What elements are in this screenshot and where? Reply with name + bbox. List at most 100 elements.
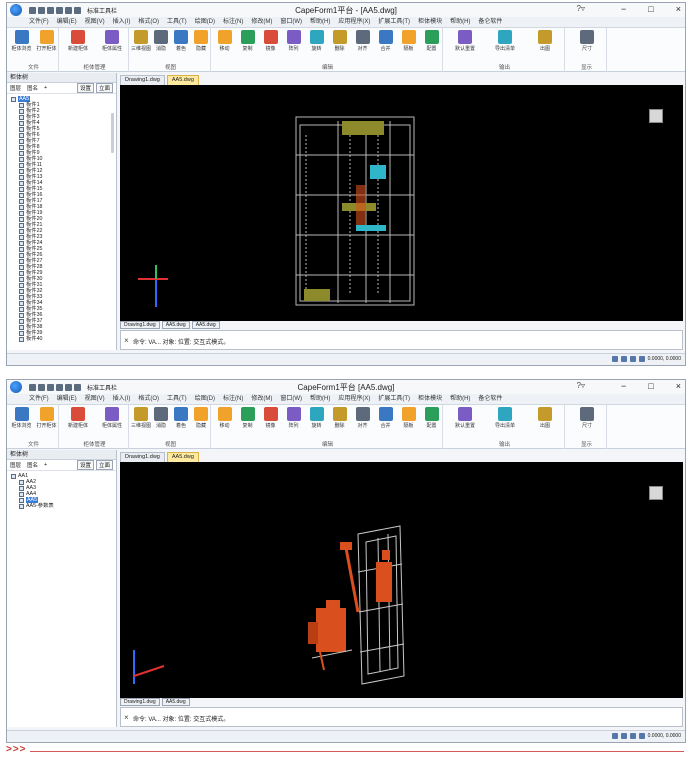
tree-item[interactable]: 板件40: [11, 336, 116, 342]
menu-item[interactable]: 插入(I): [113, 394, 131, 404]
ribbon-button[interactable]: 复制: [237, 30, 259, 60]
ribbon-button[interactable]: 配置: [421, 30, 443, 60]
polar-icon[interactable]: [638, 356, 645, 362]
menu-item[interactable]: 编辑(E): [57, 17, 77, 27]
panel-tool-layer[interactable]: 图层: [10, 461, 21, 469]
menu-item[interactable]: 标注(N): [223, 394, 243, 404]
grid-icon[interactable]: [620, 356, 627, 362]
viewcube-icon[interactable]: [649, 486, 663, 500]
layout-tab-2[interactable]: AA5.dwg: [161, 698, 190, 706]
new-file-icon[interactable]: [29, 6, 36, 14]
menu-item[interactable]: 视图(V): [85, 394, 105, 404]
save-icon[interactable]: [47, 6, 54, 14]
menu-item[interactable]: 柜体模块: [418, 394, 442, 404]
doc-tab-drawing1[interactable]: Drawing1.dwg: [120, 452, 165, 462]
grid-icon[interactable]: [620, 733, 627, 739]
ribbon-button[interactable]: 合并: [375, 407, 397, 437]
ribbon-button[interactable]: 对齐: [352, 407, 374, 437]
maximize-button[interactable]: □: [648, 381, 653, 391]
panel-tool-settings[interactable]: 设置: [76, 460, 94, 470]
ribbon-button[interactable]: 对齐: [352, 30, 374, 60]
menu-item[interactable]: 插入(I): [113, 17, 131, 27]
menu-item[interactable]: 格式(O): [138, 394, 159, 404]
redo-icon[interactable]: [74, 6, 81, 14]
menu-item[interactable]: 帮助(H): [450, 17, 470, 27]
menu-item[interactable]: 应用程序(X): [338, 394, 370, 404]
ribbon-button[interactable]: 着色: [170, 30, 192, 60]
menu-item[interactable]: 柜体模块: [418, 17, 442, 27]
panel-tool-elevation[interactable]: 立面: [95, 83, 113, 93]
ribbon-button[interactable]: 三维视图: [130, 30, 152, 60]
ribbon-button[interactable]: 柜体属性: [101, 30, 123, 60]
command-line[interactable]: × 命令: VA... 对象: 位置: 交互式模式。: [120, 330, 683, 350]
layout-tab-1[interactable]: Drawing1.dwg: [120, 698, 160, 706]
ribbon-button[interactable]: 柜体浏览: [11, 407, 33, 437]
menu-item[interactable]: 标注(N): [223, 17, 243, 27]
ribbon-button[interactable]: 打开柜体: [36, 407, 58, 437]
tree-item[interactable]: AA5-参数表: [11, 503, 116, 509]
3d-viewport[interactable]: [120, 462, 683, 698]
ribbon-button[interactable]: 隐藏: [190, 30, 212, 60]
command-line[interactable]: × 命令: VA... 对象: 位置: 交互式模式。: [120, 707, 683, 727]
menu-item[interactable]: 格式(O): [138, 17, 159, 27]
help-icon[interactable]: ?▿: [577, 4, 585, 13]
menu-item[interactable]: 备仑软件: [478, 17, 502, 27]
3d-viewport[interactable]: [120, 85, 683, 321]
menu-item[interactable]: 文件(F): [29, 17, 49, 27]
ribbon-button[interactable]: 隐藏: [190, 407, 212, 437]
print-icon[interactable]: [56, 6, 63, 14]
menu-item[interactable]: 工具(T): [167, 394, 187, 404]
ribbon-button[interactable]: 消隐: [150, 30, 172, 60]
snap-icon[interactable]: [611, 356, 618, 362]
layout-tab-1[interactable]: Drawing1.dwg: [120, 321, 160, 329]
redo-icon[interactable]: [74, 383, 81, 391]
ribbon-button[interactable]: 删除: [329, 407, 351, 437]
menu-item[interactable]: 扩展工具(T): [378, 394, 410, 404]
ribbon-button[interactable]: 移动: [214, 407, 236, 437]
snap-icon[interactable]: [611, 733, 618, 739]
ribbon-button[interactable]: 删除: [329, 30, 351, 60]
menu-item[interactable]: 帮助(H): [450, 394, 470, 404]
ribbon-button[interactable]: 消隐: [150, 407, 172, 437]
close-button[interactable]: ×: [676, 381, 681, 391]
panel-tool-settings[interactable]: 设置: [76, 83, 94, 93]
menu-item[interactable]: 扩展工具(T): [378, 17, 410, 27]
ribbon-button[interactable]: 镜像: [260, 30, 282, 60]
panel-tool-elevation[interactable]: 立面: [95, 460, 113, 470]
menu-item[interactable]: 视图(V): [85, 17, 105, 27]
save-icon[interactable]: [47, 383, 54, 391]
help-icon[interactable]: ?▿: [577, 381, 585, 390]
print-icon[interactable]: [56, 383, 63, 391]
menu-item[interactable]: 绘图(D): [195, 17, 215, 27]
maximize-button[interactable]: □: [648, 4, 653, 14]
menu-item[interactable]: 窗口(W): [280, 17, 302, 27]
ribbon-button[interactable]: 默认重置: [454, 407, 476, 437]
ribbon-button[interactable]: 三维视图: [130, 407, 152, 437]
ribbon-button[interactable]: 柜体属性: [101, 407, 123, 437]
menu-item[interactable]: 帮助(H): [310, 17, 330, 27]
ribbon-button[interactable]: 新建柜体: [67, 407, 89, 437]
open-file-icon[interactable]: [38, 383, 45, 391]
ribbon-button[interactable]: 新建柜体: [67, 30, 89, 60]
ribbon-button[interactable]: 导出清单: [494, 30, 516, 60]
ribbon-button[interactable]: 出图: [534, 30, 556, 60]
open-file-icon[interactable]: [38, 6, 45, 14]
ribbon-button[interactable]: 复制: [237, 407, 259, 437]
menu-item[interactable]: 备仑软件: [478, 394, 502, 404]
menu-item[interactable]: 工具(T): [167, 17, 187, 27]
ribbon-button[interactable]: 导出清单: [494, 407, 516, 437]
ribbon-button[interactable]: 阵列: [283, 407, 305, 437]
doc-tab-aa5[interactable]: AA5.dwg: [166, 75, 199, 85]
close-button[interactable]: ×: [676, 4, 681, 14]
panel-tool-name[interactable]: 图名: [27, 84, 38, 92]
panel-tool-layer[interactable]: 图层: [10, 84, 21, 92]
ribbon-button[interactable]: 着色: [170, 407, 192, 437]
menu-item[interactable]: 编辑(E): [57, 394, 77, 404]
ribbon-button[interactable]: 尺寸: [576, 407, 598, 437]
viewcube-icon[interactable]: [649, 109, 663, 123]
layout-tab-2[interactable]: AA5.dwg: [161, 321, 190, 329]
app-logo-icon[interactable]: [10, 4, 22, 16]
menu-item[interactable]: 绘图(D): [195, 394, 215, 404]
doc-tab-drawing1[interactable]: Drawing1.dwg: [120, 75, 165, 85]
menu-item[interactable]: 文件(F): [29, 394, 49, 404]
